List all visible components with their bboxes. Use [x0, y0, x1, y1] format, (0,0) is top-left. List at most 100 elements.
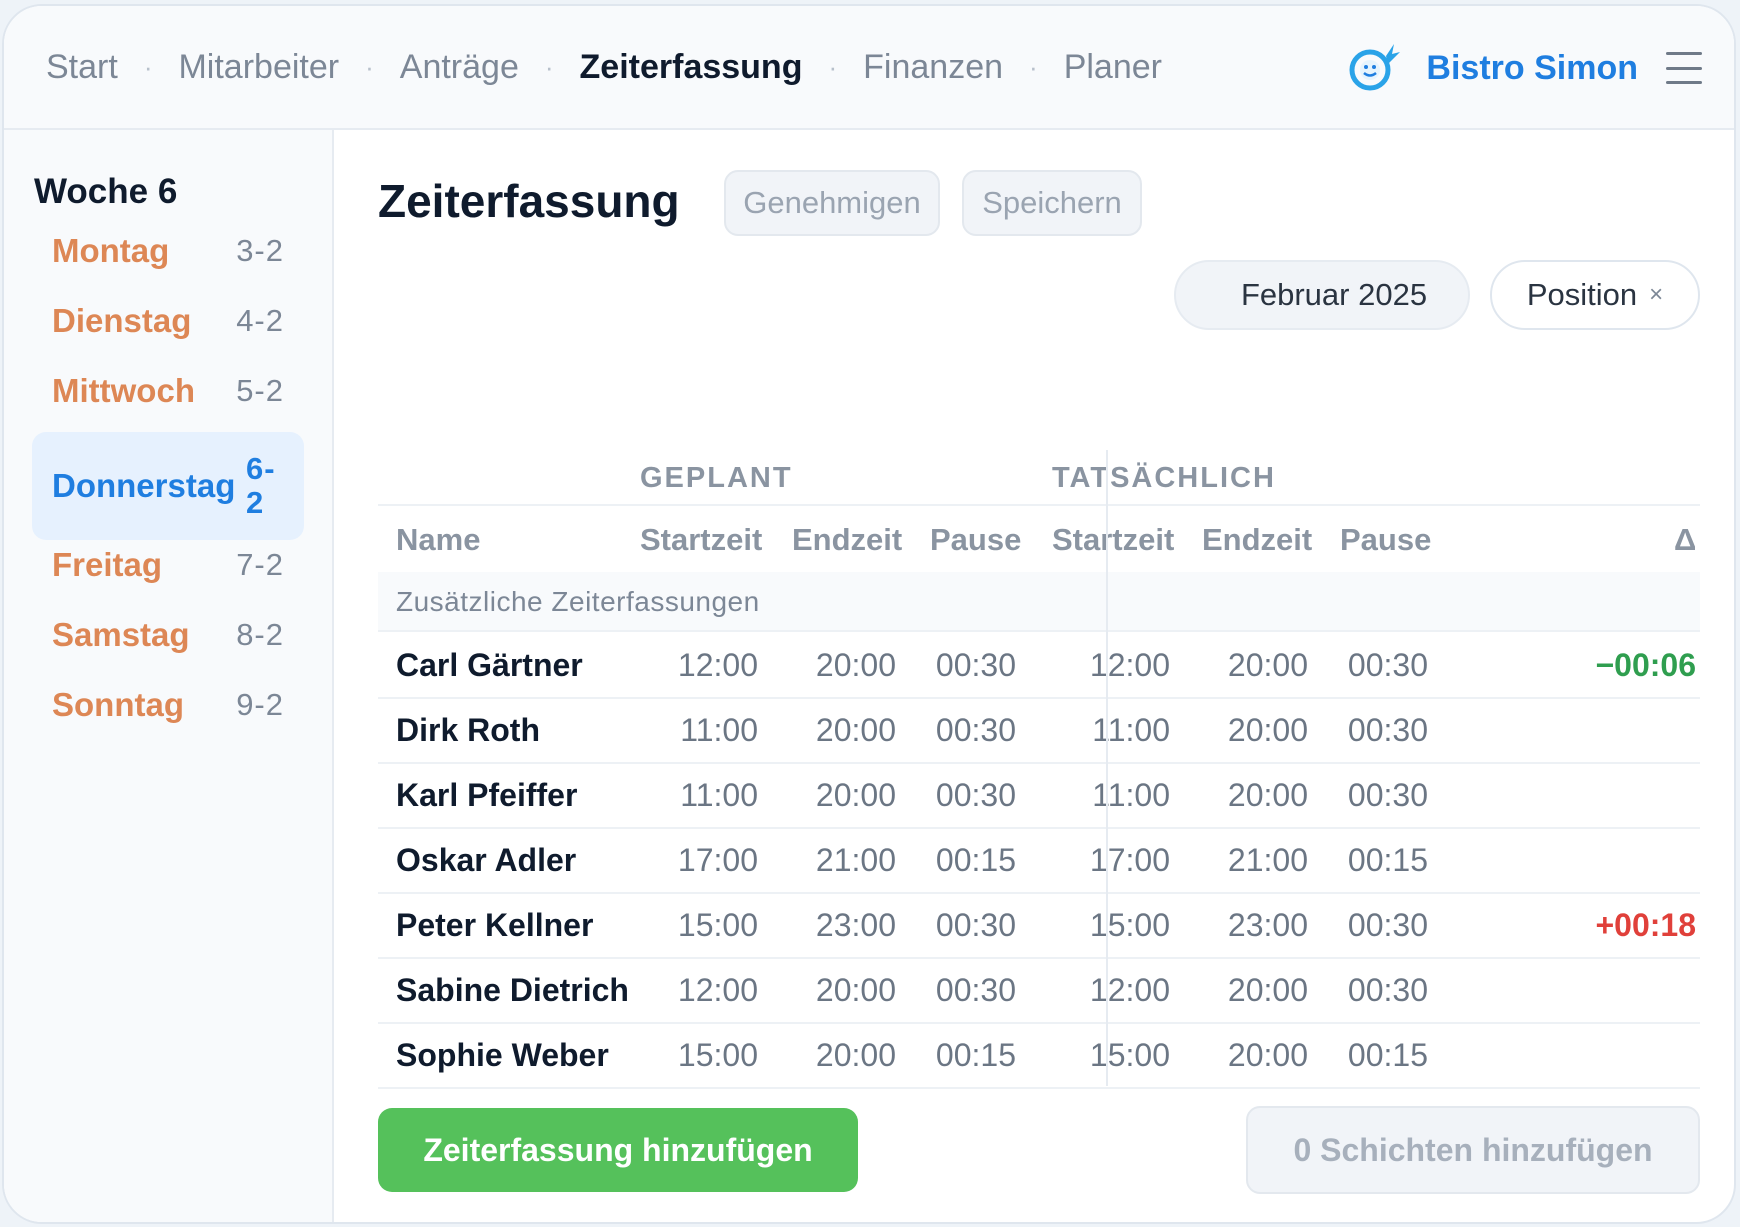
day-saturday[interactable]: Samstag 8-2 — [32, 602, 304, 668]
approve-button[interactable]: Genehmigen — [724, 170, 940, 236]
employee-name-cell: Peter Kellner — [396, 907, 594, 943]
planned-end-cell: 20:00 — [815, 777, 896, 813]
day-sunday[interactable]: Sonntag 9-2 — [32, 672, 304, 738]
planned-end-cell: 20:00 — [815, 712, 896, 748]
week-title: Woche 6 — [34, 172, 178, 211]
nav-zeiterfassung[interactable]: Zeiterfassung — [580, 48, 803, 87]
app-window: Start · Mitarbeiter · Anträge · Zeiterfa… — [2, 4, 1736, 1224]
planned-start-cell: 17:00 — [677, 842, 758, 878]
planned-start-cell: 12:00 — [677, 647, 758, 683]
nav-planer[interactable]: Planer — [1064, 48, 1162, 87]
brand-area: Bistro Simon — [1346, 6, 1702, 130]
business-name[interactable]: Bistro Simon — [1426, 49, 1638, 88]
actual-break-cell: 00:30 — [1347, 777, 1428, 813]
section-label-additional-entries: Zusätzliche Zeiterfassungen — [378, 572, 1700, 632]
actual-break-cell: 00:30 — [1347, 972, 1428, 1008]
employee-name-cell: Karl Pfeiffer — [396, 777, 578, 813]
employee-name-cell: Sabine Dietrich — [396, 972, 629, 1008]
day-label: Dienstag — [52, 302, 192, 339]
day-date: 8-2 — [236, 617, 284, 652]
add-shifts-button[interactable]: 0 Schichten hinzufügen — [1246, 1106, 1700, 1194]
planned-start-cell: 11:00 — [680, 712, 758, 748]
day-label: Freitag — [52, 546, 163, 583]
actual-end-cell: 20:00 — [1227, 712, 1308, 748]
day-label: Samstag — [52, 616, 190, 653]
month-filter-chip[interactable]: Februar 2025 — [1174, 260, 1470, 330]
clear-icon[interactable]: × — [1649, 281, 1663, 309]
column-header-actual-start: Startzeit — [1052, 522, 1175, 557]
nav-separator: · — [143, 51, 153, 82]
day-date: 7-2 — [236, 547, 284, 582]
actual-break-cell: 00:15 — [1347, 842, 1428, 878]
nav-separator: · — [365, 51, 374, 82]
smiley-logo-icon — [1349, 44, 1401, 91]
actual-end-cell: 20:00 — [1227, 1037, 1308, 1073]
column-header-planned-end: Endzeit — [792, 522, 903, 557]
planned-start-cell: 11:00 — [680, 777, 758, 813]
nav-start[interactable]: Start — [46, 48, 118, 87]
table-row[interactable]: Karl Pfeiffer 11:00 20:00 00:30 11:00 20:00 00… — [378, 764, 1700, 829]
hamburger-menu-icon[interactable] — [1666, 52, 1702, 84]
actual-end-cell: 20:00 — [1227, 972, 1308, 1008]
nav-mitarbeiter[interactable]: Mitarbeiter — [178, 48, 339, 87]
day-friday[interactable]: Freitag 7-2 — [32, 532, 304, 598]
actual-end-cell: 20:00 — [1227, 647, 1308, 683]
nav-finanzen[interactable]: Finanzen — [863, 48, 1003, 87]
position-filter-label: Position — [1526, 277, 1638, 312]
planned-break-cell: 00:30 — [935, 647, 1016, 683]
column-header-delta: Δ — [1674, 522, 1697, 557]
actual-start-cell: 17:00 — [1089, 842, 1170, 878]
employee-name-cell: Oskar Adler — [396, 842, 577, 878]
planned-end-cell: 23:00 — [815, 907, 896, 943]
planned-break-cell: 00:30 — [935, 972, 1016, 1008]
employee-name-cell: Dirk Roth — [396, 712, 540, 748]
table-row[interactable]: Carl Gärtner 12:00 20:00 00:30 12:00 20:00 00:… — [378, 634, 1700, 699]
group-divider — [1106, 450, 1108, 1086]
actual-start-cell: 12:00 — [1089, 972, 1170, 1008]
table-row[interactable]: Sophie Weber 15:00 20:00 00:15 15:00 20:00 00:… — [378, 1024, 1700, 1089]
nav-separator: · — [828, 51, 838, 82]
table-row[interactable]: Sabine Dietrich 12:00 20:00 00:30 12:00 20:00… — [378, 959, 1700, 1024]
planned-start-cell: 12:00 — [677, 972, 758, 1008]
day-label: Sonntag — [52, 686, 184, 723]
actual-start-cell: 15:00 — [1089, 1037, 1170, 1073]
day-monday[interactable]: Montag 3-2 — [32, 218, 304, 284]
actual-end-cell: 20:00 — [1227, 777, 1308, 813]
actual-end-cell: 21:00 — [1227, 842, 1308, 878]
planned-end-cell: 21:00 — [815, 842, 896, 878]
nav-separator: · — [544, 51, 554, 82]
day-label: Donnerstag — [52, 467, 236, 504]
employee-name-cell: Carl Gärtner — [396, 647, 583, 683]
column-header-planned-start: Startzeit — [640, 522, 763, 557]
planned-end-cell: 20:00 — [815, 647, 896, 683]
day-tuesday[interactable]: Dienstag 4-2 — [32, 288, 304, 354]
planned-end-cell: 20:00 — [815, 1037, 896, 1073]
actual-end-cell: 23:00 — [1227, 907, 1308, 943]
table-row[interactable]: Dirk Roth 11:00 20:00 00:30 11:00 20:00 00:30 — [378, 699, 1700, 764]
day-date: 6-2 — [246, 451, 276, 520]
time-tracking-table: GEPLANT TATSÄCHLICH Name Startzeit Endze… — [378, 330, 1700, 1194]
day-wednesday[interactable]: Mittwoch 5-2 — [32, 358, 304, 424]
save-button[interactable]: Speichern — [962, 170, 1142, 236]
delta-cell: −00:06 — [1595, 647, 1696, 683]
add-time-entry-button[interactable]: Zeiterfassung hinzufügen — [378, 1108, 858, 1192]
nav-antraege[interactable]: Anträge — [400, 48, 519, 87]
day-date: 4-2 — [236, 303, 284, 338]
column-header-planned-break: Pause — [930, 522, 1022, 557]
actual-start-cell: 15:00 — [1089, 907, 1170, 943]
top-navigation-bar: Start · Mitarbeiter · Anträge · Zeiterfa… — [4, 6, 1734, 130]
page-title: Zeiterfassung — [378, 175, 680, 227]
position-filter-chip[interactable]: Position × — [1490, 260, 1700, 330]
actual-break-cell: 00:30 — [1347, 712, 1428, 748]
group-header-actual: TATSÄCHLICH — [1052, 462, 1276, 494]
column-header-name: Name — [396, 522, 481, 557]
month-filter-label: Februar 2025 — [1240, 277, 1428, 312]
main-nav: Start · Mitarbeiter · Anträge · Zeiterfa… — [46, 48, 1162, 87]
planned-break-cell: 00:30 — [935, 712, 1016, 748]
planned-break-cell: 00:30 — [935, 907, 1016, 943]
table-row[interactable]: Peter Kellner 15:00 23:00 00:30 15:00 23:00 00… — [378, 894, 1700, 959]
planned-break-cell: 00:15 — [935, 842, 1016, 878]
planned-start-cell: 15:00 — [677, 1037, 758, 1073]
day-thursday[interactable]: Donnerstag 6-2 — [32, 432, 304, 540]
table-row[interactable]: Oskar Adler 17:00 21:00 00:15 17:00 21:00 00:1… — [378, 829, 1700, 894]
